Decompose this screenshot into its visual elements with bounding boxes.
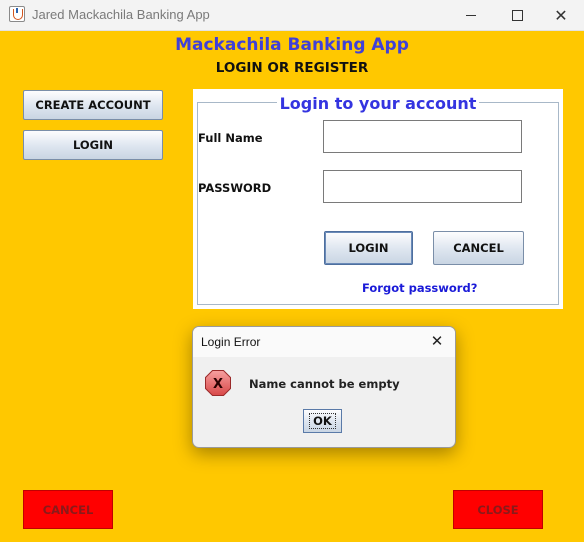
app-window: Jared Mackachila Banking App ✕ Mackachil… [0,0,584,542]
close-icon: ✕ [554,5,568,25]
side-login-button[interactable]: LOGIN [23,130,163,160]
page-subtitle: LOGIN OR REGISTER [215,60,369,76]
close-button[interactable]: CLOSE [453,490,543,529]
cancel-button[interactable]: CANCEL [23,490,113,529]
ok-button[interactable]: OK [303,409,342,433]
dialog-message: Name cannot be empty [249,377,400,391]
login-panel-title: Login to your account [193,94,563,113]
password-label: PASSWORD [198,181,272,195]
login-error-dialog: Login Error ✕ X Name cannot be empty OK [192,326,456,448]
forgot-password-link[interactable]: Forgot password? [362,281,477,295]
login-panel: Login to your account Full Name PASSWORD… [193,89,563,309]
dialog-title: Login Error [201,335,261,349]
app-heading: Mackachila Banking App [175,35,409,55]
svg-text:X: X [213,377,223,392]
cancel-login-button[interactable]: CANCEL [433,231,524,265]
dialog-titlebar[interactable]: Login Error ✕ [193,327,455,357]
close-window-button[interactable]: ✕ [538,0,584,30]
maximize-icon [511,9,523,21]
ok-button-label: OK [309,413,336,429]
maximize-button[interactable] [494,0,540,30]
window-titlebar[interactable]: Jared Mackachila Banking App ✕ [0,0,584,31]
password-field[interactable] [323,170,522,203]
create-account-button[interactable]: CREATE ACCOUNT [23,90,163,120]
dialog-close-icon: ✕ [430,332,444,350]
java-app-icon [9,6,25,22]
login-button[interactable]: LOGIN [324,231,413,265]
minimize-button[interactable] [448,0,494,30]
login-panel-title-text: Login to your account [276,94,480,113]
window-title: Jared Mackachila Banking App [32,7,210,22]
error-icon: X [205,370,231,396]
full-name-field[interactable] [323,120,522,153]
minimize-icon [466,14,476,16]
dialog-close-button[interactable]: ✕ [427,331,447,351]
full-name-label: Full Name [198,131,263,145]
